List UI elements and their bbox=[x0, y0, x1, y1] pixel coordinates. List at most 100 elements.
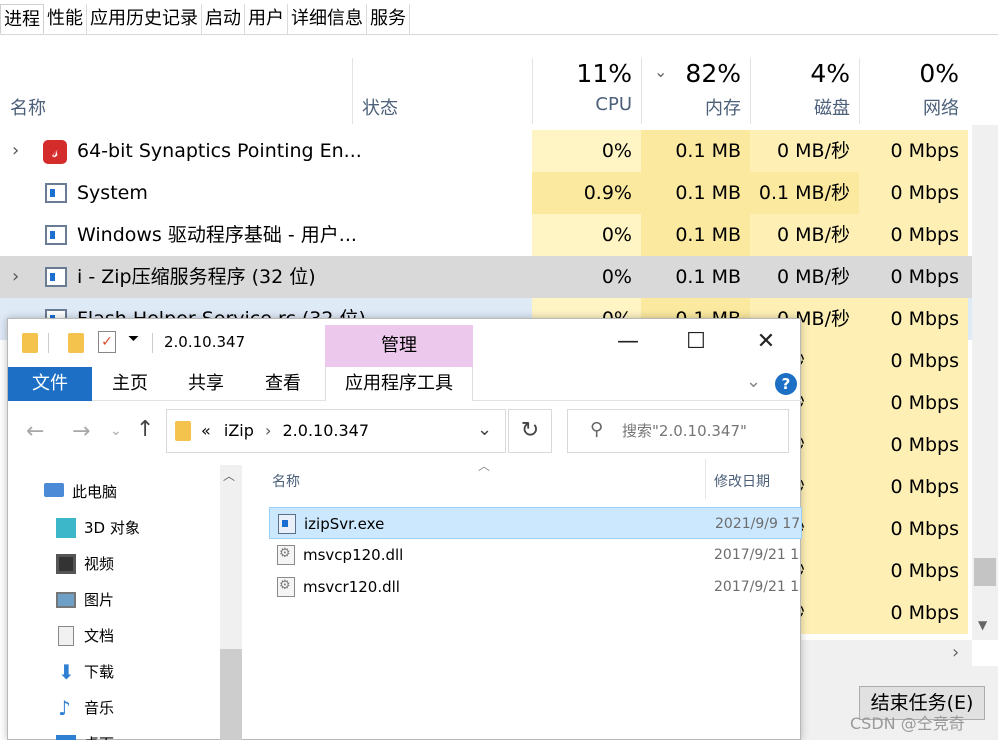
process-row-selected[interactable]: 0% 0.1 MB 0 MB/秒 0 Mbps › i - Zip压缩服务程序 … bbox=[0, 256, 972, 298]
breadcrumb-current[interactable]: 2.0.10.347 bbox=[283, 421, 370, 440]
column-header-network-pct[interactable]: 0% bbox=[859, 59, 959, 88]
nav-item-documents[interactable]: 文档 bbox=[56, 621, 114, 651]
search-input[interactable] bbox=[622, 420, 782, 442]
address-bar[interactable]: « iZip › 2.0.10.347 ⌄ bbox=[166, 409, 506, 453]
column-header-network[interactable]: 网络 bbox=[859, 94, 959, 120]
network-cell: 0 Mbps bbox=[859, 508, 968, 550]
up-arrow-icon[interactable]: ↑ bbox=[136, 417, 154, 442]
sort-indicator-icon: ︿ bbox=[478, 459, 491, 473]
process-name: Windows 驱动程序基础 - 用户... bbox=[77, 224, 357, 246]
nav-pane-scrollbar-thumb[interactable] bbox=[220, 649, 242, 740]
nav-item-label: 下载 bbox=[84, 663, 115, 681]
refresh-button[interactable]: ↻ bbox=[508, 409, 552, 453]
search-box[interactable]: ⚲ bbox=[567, 409, 789, 453]
back-arrow-icon[interactable]: ← bbox=[26, 419, 44, 444]
column-header-memory[interactable]: 内存 bbox=[641, 94, 741, 120]
expand-chevron-icon[interactable]: › bbox=[12, 130, 19, 172]
column-header-status[interactable]: 状态 bbox=[362, 94, 398, 120]
minimize-icon[interactable]: — bbox=[608, 327, 648, 357]
tab-details[interactable]: 详细信息 bbox=[288, 4, 367, 34]
process-row[interactable]: 0.9% 0.1 MB 0.1 MB/秒 0 Mbps System bbox=[0, 172, 972, 214]
music-note-icon: ♪ bbox=[58, 696, 71, 720]
expand-chevron-icon[interactable]: › bbox=[12, 256, 19, 298]
process-row[interactable]: 0% 0.1 MB 0 MB/秒 0 Mbps › 𝓈 64-bit Synap… bbox=[0, 130, 972, 172]
scroll-right-arrow-icon[interactable]: › bbox=[952, 642, 959, 663]
network-cell: 0 Mbps bbox=[859, 340, 968, 382]
breadcrumb-overflow[interactable]: « bbox=[201, 421, 211, 440]
nav-item-label: 音乐 bbox=[84, 699, 115, 717]
column-header-date-modified[interactable]: 修改日期 bbox=[714, 471, 770, 491]
tab-application-tools[interactable]: 应用程序工具 bbox=[325, 367, 473, 401]
column-separator[interactable] bbox=[352, 58, 353, 124]
process-window-icon bbox=[45, 267, 67, 287]
nav-item-3d-objects[interactable]: 3D 对象 bbox=[56, 513, 140, 543]
network-cell: 0 Mbps bbox=[859, 130, 968, 172]
nav-item-downloads[interactable]: ⬇ 下载 bbox=[56, 657, 114, 687]
process-row[interactable]: 0% 0.1 MB 0 MB/秒 0 Mbps Windows 驱动程序基础 -… bbox=[0, 214, 972, 256]
scrollbar-thumb[interactable] bbox=[974, 558, 996, 586]
file-row-selected[interactable]: izipSvr.exe 2021/9/9 17 bbox=[269, 507, 802, 539]
search-icon: ⚲ bbox=[590, 419, 604, 440]
file-name: msvcp120.dll bbox=[303, 546, 404, 564]
desktop-icon bbox=[56, 735, 76, 740]
tab-processes[interactable]: 进程 bbox=[0, 4, 44, 34]
breadcrumb-separator-icon[interactable]: › bbox=[265, 421, 271, 440]
tab-services[interactable]: 服务 bbox=[367, 4, 410, 34]
scroll-up-arrow-icon[interactable]: ︿ bbox=[223, 467, 235, 484]
manage-tab[interactable]: 管理 bbox=[325, 325, 473, 367]
nav-item-videos[interactable]: 视频 bbox=[56, 549, 114, 579]
dll-file-icon bbox=[277, 577, 295, 597]
window-title: 2.0.10.347 bbox=[164, 333, 246, 351]
process-name: 64-bit Synaptics Pointing En... bbox=[77, 140, 362, 162]
divider bbox=[48, 333, 49, 353]
close-icon[interactable]: ✕ bbox=[746, 327, 786, 357]
file-row[interactable]: msvcp120.dll 2017/9/21 1 bbox=[269, 539, 802, 571]
expand-ribbon-icon[interactable]: ⌄ bbox=[746, 371, 761, 392]
nav-item-label: 视频 bbox=[84, 555, 115, 573]
tab-home[interactable]: 主页 bbox=[112, 367, 148, 401]
column-header-cpu[interactable]: CPU bbox=[532, 94, 632, 115]
column-header-name[interactable]: 名称 bbox=[10, 94, 46, 120]
forward-arrow-icon[interactable]: → bbox=[72, 419, 90, 444]
tab-performance[interactable]: 性能 bbox=[44, 4, 87, 34]
column-header-name[interactable]: 名称 bbox=[272, 471, 300, 491]
column-header-memory-pct[interactable]: 82% bbox=[641, 59, 741, 88]
folder-icon[interactable] bbox=[68, 333, 84, 353]
nav-item-desktop[interactable]: 桌面 bbox=[56, 729, 114, 740]
column-header-disk-pct[interactable]: 4% bbox=[750, 59, 850, 88]
tab-app-history[interactable]: 应用历史记录 bbox=[87, 4, 202, 34]
column-header-cpu-pct[interactable]: 11% bbox=[532, 59, 632, 88]
horizontal-scrollbar[interactable] bbox=[800, 640, 972, 666]
network-cell: 0 Mbps bbox=[859, 592, 968, 634]
nav-item-this-pc[interactable]: 此电脑 bbox=[44, 477, 117, 507]
tab-users[interactable]: 用户 bbox=[245, 4, 288, 34]
ribbon-tabs: 文件 主页 共享 查看 应用程序工具 ⌄ ? bbox=[8, 367, 802, 401]
customize-toolbar-icon[interactable]: ⏷ bbox=[128, 331, 139, 347]
address-dropdown-icon[interactable]: ⌄ bbox=[477, 419, 492, 440]
maximize-icon[interactable]: ☐ bbox=[676, 327, 716, 357]
tab-share[interactable]: 共享 bbox=[188, 367, 224, 401]
process-name: i - Zip压缩服务程序 (32 位) bbox=[77, 266, 316, 288]
help-icon[interactable]: ? bbox=[775, 373, 797, 395]
tm-tabs: 进程 性能 应用历史记录 启动 用户 详细信息 服务 bbox=[0, 4, 410, 34]
properties-icon[interactable]: ✓ bbox=[98, 331, 116, 353]
network-cell: 0 Mbps bbox=[859, 172, 968, 214]
nav-item-music[interactable]: ♪ 音乐 bbox=[56, 693, 114, 723]
recent-locations-icon[interactable]: ⌄ bbox=[110, 423, 122, 439]
nav-item-label: 此电脑 bbox=[72, 483, 118, 501]
scroll-down-arrow-icon[interactable]: ▼ bbox=[978, 618, 987, 632]
column-header-disk[interactable]: 磁盘 bbox=[750, 94, 850, 120]
file-name: izipSvr.exe bbox=[304, 515, 385, 533]
breadcrumb-izip[interactable]: iZip bbox=[224, 421, 254, 440]
file-date: 2017/9/21 1 bbox=[714, 547, 800, 563]
tab-view[interactable]: 查看 bbox=[265, 367, 301, 401]
process-window-icon bbox=[45, 183, 67, 203]
network-cell: 0 Mbps bbox=[859, 214, 968, 256]
nav-item-pictures[interactable]: 图片 bbox=[56, 585, 114, 615]
file-row[interactable]: msvcr120.dll 2017/9/21 1 bbox=[269, 571, 802, 603]
tab-startup[interactable]: 启动 bbox=[202, 4, 245, 34]
tab-file[interactable]: 文件 bbox=[8, 367, 92, 401]
process-name: System bbox=[77, 182, 148, 204]
column-separator[interactable] bbox=[705, 459, 706, 499]
network-cell: 0 Mbps bbox=[859, 550, 968, 592]
